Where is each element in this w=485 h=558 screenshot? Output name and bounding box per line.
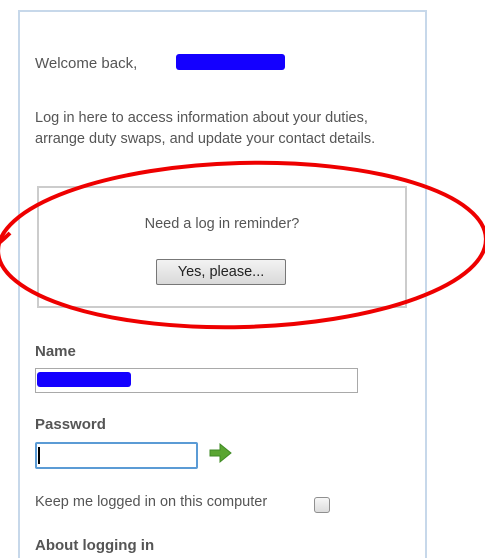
reminder-prompt: Need a log in reminder? [144, 216, 300, 232]
redacted-username [176, 54, 285, 70]
welcome-greeting: Welcome back, [35, 55, 138, 72]
yes-please-button[interactable]: Yes, please... [156, 259, 286, 285]
keep-logged-in-checkbox[interactable] [314, 497, 330, 513]
keep-logged-in-label: Keep me logged in on this computer [35, 494, 268, 510]
green-arrow-icon[interactable] [208, 442, 233, 464]
about-logging-in-heading: About logging in [35, 537, 155, 554]
text-cursor [38, 447, 40, 464]
redacted-name-value [37, 372, 131, 387]
intro-text: Log in here to access information about … [35, 110, 376, 147]
password-label: Password [35, 416, 106, 433]
name-label: Name [35, 343, 76, 360]
welcome-message: Welcome back, [35, 55, 137, 72]
login-reminder-box: Need a log in reminder? Yes, please... [37, 186, 407, 308]
password-input[interactable] [35, 442, 198, 469]
